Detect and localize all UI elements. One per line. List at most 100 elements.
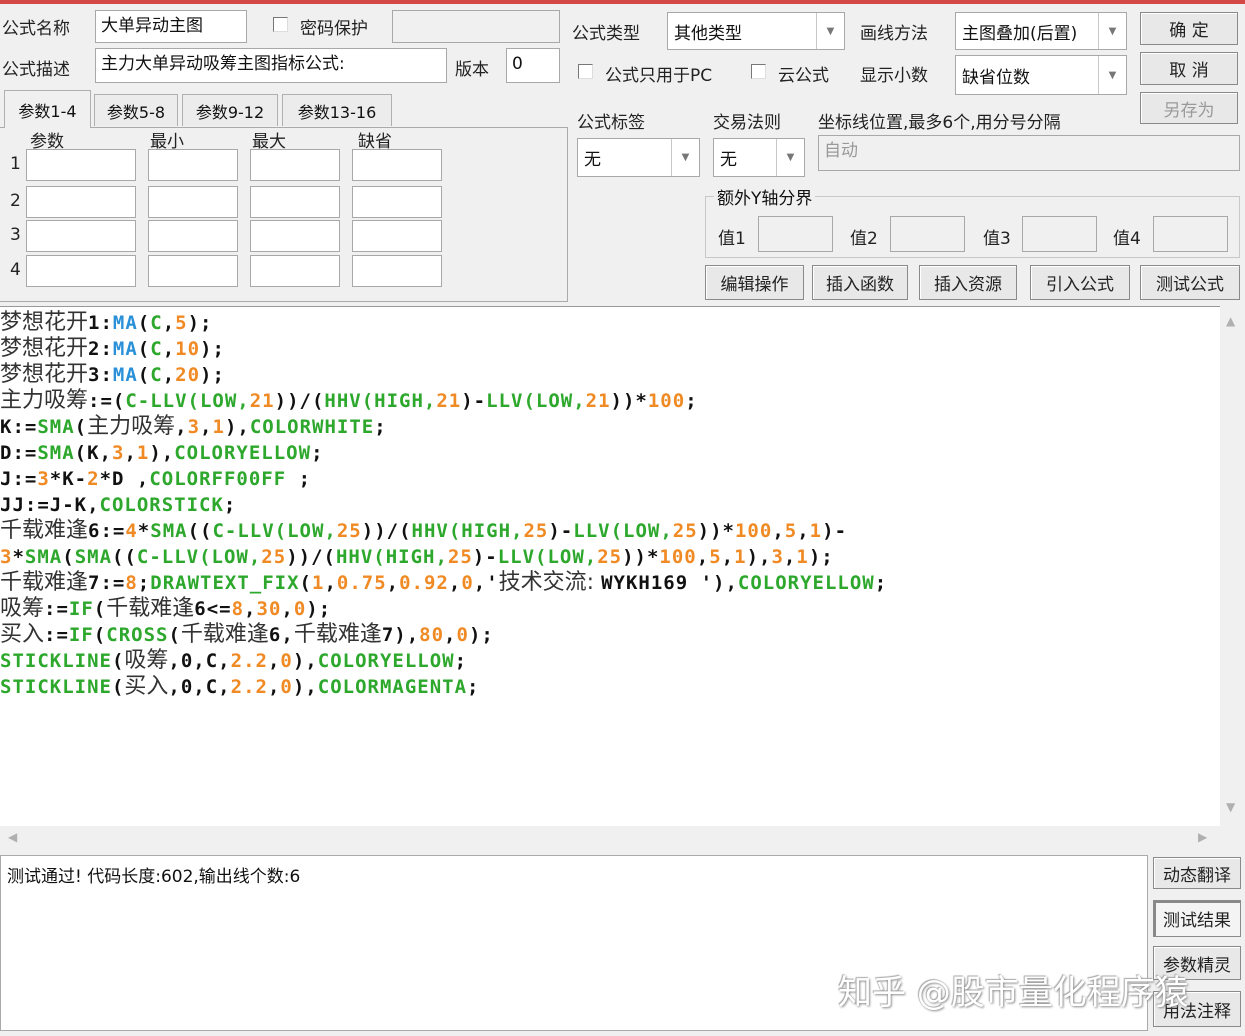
code-token: IF (68, 598, 94, 620)
yval2-input[interactable] (890, 216, 965, 252)
yval1-input[interactable] (758, 216, 833, 252)
edit-ops-button[interactable]: 编辑操作 (705, 265, 804, 300)
code-token: , (124, 442, 137, 464)
param-input-max[interactable] (250, 186, 340, 218)
code-token: ))* (697, 520, 735, 542)
code-token: HHV(HIGH, (335, 546, 448, 568)
scroll-down-icon[interactable]: ▼ (1226, 800, 1235, 814)
param-input-name[interactable] (26, 220, 136, 252)
param-input-default[interactable] (352, 186, 442, 218)
code-line: 买入:=IF(CROSS(千载难逢6,千载难逢7),80,0); (0, 622, 1220, 648)
code-token: COLORFF00FF (149, 468, 287, 490)
param-input-name[interactable] (26, 186, 136, 218)
chevron-down-icon[interactable]: ▼ (671, 139, 699, 176)
code-token: ; (685, 390, 698, 412)
param-input-min[interactable] (148, 220, 238, 252)
scroll-left-icon[interactable]: ◀ (8, 830, 17, 844)
code-token: ))/( (286, 546, 336, 568)
draw-select[interactable]: 主图叠加(后置) ▼ (955, 12, 1127, 50)
code-token: HHV(HIGH, (324, 390, 437, 412)
param-input-default[interactable] (352, 220, 442, 252)
code-token: (( (112, 546, 137, 568)
vertical-scrollbar[interactable]: ▲ ▼ (1220, 306, 1245, 826)
code-token: ( (299, 572, 312, 594)
save-as-button[interactable]: 另存为 (1140, 92, 1238, 124)
param-input-default[interactable] (352, 255, 442, 287)
scroll-right-icon[interactable]: ▶ (1198, 830, 1207, 844)
chevron-down-icon[interactable]: ▼ (1098, 13, 1126, 49)
code-token: 0.75 (336, 572, 387, 594)
code-token: 2.2 (230, 676, 268, 698)
ok-button[interactable]: 确 定 (1140, 12, 1238, 45)
type-value: 其他类型 (674, 23, 742, 44)
code-token: , (200, 416, 213, 438)
code-token: 3 (111, 442, 125, 464)
code-token: , (797, 520, 810, 542)
insert-function-button[interactable]: 插入函数 (812, 265, 908, 300)
code-token: ); (306, 598, 332, 620)
yval4-input[interactable] (1153, 216, 1228, 252)
horizontal-scrollbar[interactable]: ◀ ▶ (0, 826, 1220, 850)
param-input-min[interactable] (148, 255, 238, 287)
yval4-label: 值4 (1113, 229, 1141, 249)
code-token: 3 (0, 546, 13, 568)
yval3-input[interactable] (1022, 216, 1097, 252)
code-line: STICKLINE(买入,0,C,2.2,0),COLORMAGENTA; (0, 674, 1220, 700)
code-token: MA (112, 338, 138, 360)
password-checkbox[interactable] (273, 17, 288, 32)
param-input-name[interactable] (26, 149, 136, 181)
chevron-down-icon[interactable]: ▼ (776, 139, 804, 176)
name-input[interactable]: 大单异动主图 (95, 10, 247, 43)
code-token: , (448, 572, 462, 594)
tab-params-13-16[interactable]: 参数13-16 (282, 94, 392, 126)
param-input-max[interactable] (250, 149, 340, 181)
param-input-min[interactable] (148, 149, 238, 181)
rule-select[interactable]: 无 ▼ (713, 138, 805, 177)
code-token: 6, (268, 624, 294, 646)
code-token: 0 (293, 598, 307, 620)
code-token: STICKLINE (0, 650, 112, 672)
import-formula-button[interactable]: 引入公式 (1030, 265, 1130, 300)
tab-params-5-8[interactable]: 参数5-8 (94, 94, 178, 126)
param-input-min[interactable] (148, 186, 238, 218)
cloud-checkbox[interactable] (751, 64, 766, 79)
code-token: , (324, 572, 337, 594)
dynamic-translate-button[interactable]: 动态翻译 (1153, 857, 1241, 889)
yval1-label: 值1 (718, 229, 746, 249)
code-editor[interactable]: 梦想花开1:MA(C,5); 梦想花开2:MA(C,10); 梦想花开3:MA(C,… (0, 306, 1220, 826)
decimal-select[interactable]: 缺省位数 ▼ (955, 55, 1127, 95)
code-token: 1 (734, 546, 747, 568)
tab-params-1-4[interactable]: 参数1-4 (4, 90, 91, 128)
desc-input[interactable]: 主力大单异动吸筹主图指标公式: (95, 48, 447, 83)
code-token: 25 (447, 546, 473, 568)
code-token: 2 (87, 468, 100, 490)
chevron-down-icon[interactable]: ▼ (816, 13, 844, 49)
tag-select[interactable]: 无 ▼ (577, 138, 700, 177)
type-select[interactable]: 其他类型 ▼ (667, 12, 845, 50)
test-result-button[interactable]: 测试结果 (1153, 900, 1241, 937)
param-input-max[interactable] (250, 220, 340, 252)
param-input-name[interactable] (26, 255, 136, 287)
code-line: K:=SMA(主力吸筹,3,1),COLORWHITE; (0, 414, 1220, 440)
pc-only-checkbox[interactable] (578, 64, 593, 79)
tag-label: 公式标签 (577, 113, 645, 133)
yval2-label: 值2 (850, 229, 878, 249)
param-input-default[interactable] (352, 149, 442, 181)
password-input[interactable] (392, 10, 560, 43)
code-token: 3 (187, 416, 201, 438)
test-formula-button[interactable]: 测试公式 (1140, 265, 1240, 300)
scroll-up-icon[interactable]: ▲ (1226, 314, 1235, 328)
version-label: 版本 (455, 60, 489, 80)
chevron-down-icon[interactable]: ▼ (1098, 56, 1126, 94)
code-token: ; (374, 416, 387, 438)
code-token: 10 (175, 338, 201, 360)
param-input-max[interactable] (250, 255, 340, 287)
axis-input[interactable]: 自动 (818, 135, 1240, 171)
version-input[interactable]: 0 (506, 48, 560, 83)
output-text: 测试通过! 代码长度:602,输出线个数:6 (7, 867, 301, 887)
code-token: ; (874, 572, 888, 594)
insert-resource-button[interactable]: 插入资源 (919, 265, 1017, 300)
tab-params-9-12[interactable]: 参数9-12 (182, 94, 278, 126)
cancel-button[interactable]: 取 消 (1140, 52, 1238, 85)
code-token: 0 (461, 572, 474, 594)
